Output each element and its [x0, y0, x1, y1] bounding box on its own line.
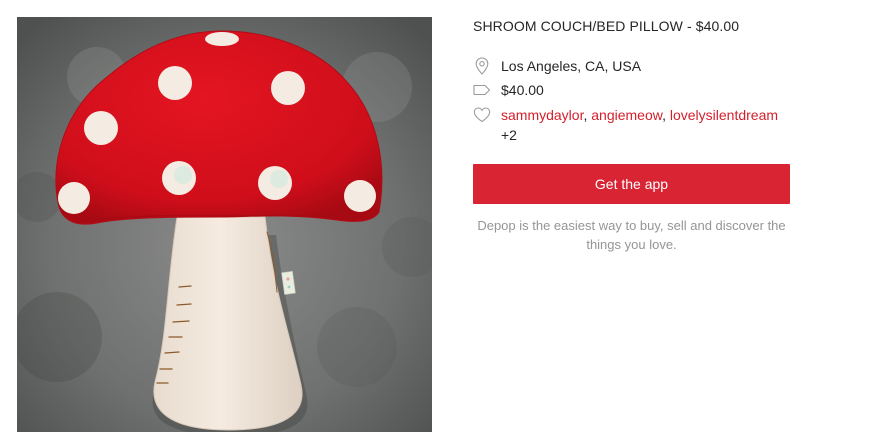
product-details: SHROOM COUCH/BED PILLOW - $40.00 Los Ang… [473, 17, 791, 252]
likes-row: sammydaylor, angiemeow, lovelysilentdrea… [473, 105, 791, 145]
liker-link[interactable]: sammydaylor [501, 107, 583, 123]
price-tag-icon [473, 80, 491, 100]
product-title: SHROOM COUCH/BED PILLOW - $40.00 [473, 18, 740, 34]
price-row: $40.00 [473, 80, 544, 100]
location-text: Los Angeles, CA, USA [501, 58, 642, 74]
product-page: SHROOM COUCH/BED PILLOW - $40.00 Los Ang… [0, 0, 891, 446]
heart-icon[interactable] [473, 105, 491, 125]
price-text: $40.00 [501, 82, 544, 98]
likes-text: sammydaylor, angiemeow, lovelysilentdrea… [501, 105, 791, 145]
location-row: Los Angeles, CA, USA [473, 56, 641, 76]
mushroom-pillow-illustration [17, 17, 432, 432]
product-image[interactable] [17, 17, 432, 432]
liker-separator: , [662, 107, 670, 123]
location-pin-icon [473, 56, 491, 76]
liker-link[interactable]: lovelysilentdream [670, 107, 778, 123]
liker-link[interactable]: angiemeow [591, 107, 662, 123]
get-the-app-button[interactable]: Get the app [473, 164, 790, 204]
more-likes-count[interactable]: +2 [501, 127, 517, 143]
tagline-text: Depop is the easiest way to buy, sell an… [477, 218, 786, 252]
